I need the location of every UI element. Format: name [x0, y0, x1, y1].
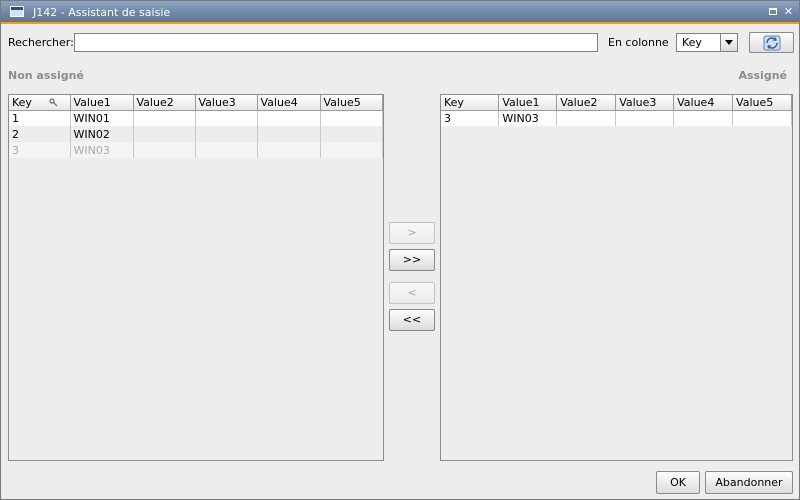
cell-key: 3 [9, 142, 71, 158]
cancel-button[interactable]: Abandonner [705, 471, 793, 494]
unassigned-table[interactable]: Key Value1 Value2 Value3 Value4 Value5 1 [8, 94, 384, 461]
cell-value2 [133, 110, 196, 126]
column-header-value5[interactable]: Value5 [320, 95, 383, 111]
chevron-down-icon[interactable] [720, 34, 737, 51]
assigned-section-label: Assigné [738, 69, 787, 82]
key-icon [48, 98, 57, 107]
cell-value3 [195, 126, 258, 142]
window-title: J142 - Assistant de saisie [33, 6, 171, 19]
dialog-window: J142 - Assistant de saisie ✕ Rechercher:… [0, 0, 800, 500]
column-header-value1[interactable]: Value1 [498, 95, 558, 111]
title-bar[interactable]: J142 - Assistant de saisie ✕ [1, 1, 799, 24]
cell-key: 3 [441, 110, 500, 126]
search-label: Rechercher: [8, 36, 74, 49]
cell-value2 [133, 126, 196, 142]
cell-value1: WIN01 [70, 110, 134, 126]
column-header-value4[interactable]: Value4 [257, 95, 321, 111]
assigned-table[interactable]: Key Value1 Value2 Value3 Value4 Value5 3… [440, 94, 793, 461]
column-filter-value: Key [682, 36, 702, 49]
cell-key: 2 [9, 126, 71, 142]
close-icon: ✕ [783, 5, 794, 18]
column-header-key[interactable]: Key [441, 95, 500, 111]
maximize-button[interactable] [766, 5, 779, 18]
cell-value1: WIN03 [498, 110, 558, 126]
cell-value3 [195, 142, 258, 158]
column-header-key[interactable]: Key [9, 95, 71, 111]
search-input[interactable] [74, 33, 598, 52]
column-header-value2[interactable]: Value2 [556, 95, 617, 111]
cell-value5 [320, 110, 383, 126]
cell-key: 1 [9, 110, 71, 126]
table-row[interactable]: 3 WIN03 [441, 110, 792, 126]
column-header-value2[interactable]: Value2 [133, 95, 196, 111]
remove-all-button[interactable]: << [389, 309, 435, 331]
column-header-value5[interactable]: Value5 [732, 95, 792, 111]
cell-value2 [133, 142, 196, 158]
cell-value4 [257, 126, 321, 142]
column-header-value3[interactable]: Value3 [195, 95, 258, 111]
remove-one-button[interactable]: < [389, 282, 435, 304]
cell-value2 [556, 110, 617, 126]
cell-value4 [673, 110, 734, 126]
window-icon [10, 6, 24, 17]
cell-value1: WIN02 [70, 126, 134, 142]
unassigned-section-label: Non assigné [8, 69, 84, 82]
refresh-icon [763, 35, 781, 51]
table-row[interactable]: 2 WIN02 [9, 126, 383, 142]
column-header-value3[interactable]: Value3 [615, 95, 675, 111]
add-all-button[interactable]: >> [389, 249, 435, 271]
column-filter-select[interactable]: Key [676, 33, 738, 52]
ok-button[interactable]: OK [656, 471, 700, 494]
table-header-row: Key Value1 Value2 Value3 Value4 Value5 [441, 95, 792, 111]
cell-value5 [320, 126, 383, 142]
cell-value5 [320, 142, 383, 158]
refresh-button[interactable] [749, 32, 794, 53]
column-header-value1[interactable]: Value1 [70, 95, 134, 111]
cell-value4 [257, 142, 321, 158]
column-header-value4[interactable]: Value4 [673, 95, 734, 111]
table-row[interactable]: 1 WIN01 [9, 110, 383, 126]
table-header-row: Key Value1 Value2 Value3 Value4 Value5 [9, 95, 383, 111]
table-row-disabled: 3 WIN03 [9, 142, 383, 158]
maximize-icon [768, 8, 777, 15]
close-button[interactable]: ✕ [782, 5, 795, 18]
cell-value4 [257, 110, 321, 126]
column-filter-label: En colonne [608, 36, 669, 49]
add-one-button[interactable]: > [389, 222, 435, 244]
cell-value3 [615, 110, 675, 126]
cell-value1: WIN03 [70, 142, 134, 158]
cell-value3 [195, 110, 258, 126]
cell-value5 [732, 110, 792, 126]
